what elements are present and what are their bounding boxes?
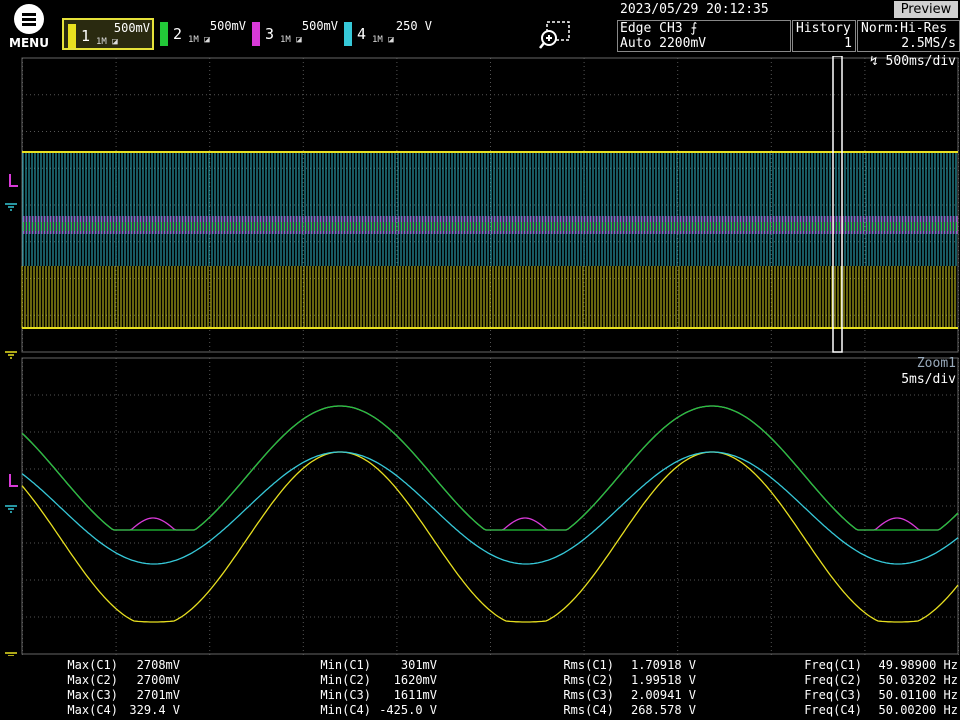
ground-marker-main-bottom <box>5 351 17 359</box>
trigger-line-2: Auto 2200mV <box>620 36 707 51</box>
channel-2-box[interactable]: 2 500mV 1M ◪ <box>156 18 248 50</box>
measurement-row: Rms(C4) 268.578 V <box>563 703 696 717</box>
min-column: Min(C1) 301mV Min(C2) 1620mV Min(C3) 1611mV… <box>315 658 437 718</box>
history-value: 1 <box>844 36 852 51</box>
ground-marker-main <box>5 203 17 211</box>
waveform-canvas <box>5 55 959 660</box>
date-time: 2023/05/29 20:12:35 <box>620 2 769 17</box>
coupling-icon: 1M ◪ <box>280 35 302 45</box>
trigger-line-1: Edge CH3 ⨍ <box>620 21 698 36</box>
channel-1-color-swatch <box>68 24 76 48</box>
menu-icon <box>14 4 44 34</box>
measurement-row: Max(C4) 329.4 V <box>67 703 180 717</box>
channel-3-scale: 500mV <box>301 19 338 33</box>
channel-1-box[interactable]: 1 500mV 1M ◪ <box>62 18 154 50</box>
channel-1-main-envelope <box>21 266 956 328</box>
channel-4-number: 4 <box>357 25 367 43</box>
channel-1-number: 1 <box>81 27 91 45</box>
measurement-panel: Max(C1) 2708mV Max(C2) 2700mV Max(C3) 2701m… <box>0 656 960 720</box>
channel-2-number: 2 <box>173 25 183 43</box>
coupling-icon: 1M ◪ <box>96 37 118 47</box>
channel-4-scale: 250 V <box>395 19 432 33</box>
max-column: Max(C1) 2708mV Max(C2) 2700mV Max(C3) 2701m… <box>62 658 180 718</box>
channel-1-zoom-trace <box>21 451 959 623</box>
measurement-row: Freq(C3) 50.01100 Hz <box>804 688 958 702</box>
menu-label: MENU <box>9 36 49 50</box>
acquisition-box[interactable]: Norm:Hi-Res 2.5MS/s <box>857 20 960 52</box>
channel-2-color-swatch <box>160 22 168 46</box>
history-label: History <box>796 21 851 36</box>
measurement-row: Min(C3) 1611mV <box>320 688 437 702</box>
channel-2-scale: 500mV <box>209 19 246 33</box>
trigger-level-marker-zoom <box>9 474 18 487</box>
channel-2-zoom-trace <box>21 405 959 531</box>
measurement-row: Max(C3) 2701mV <box>67 688 180 702</box>
channel-3-number: 3 <box>265 25 275 43</box>
channel-3-box[interactable]: 3 500mV 1M ◪ <box>248 18 340 50</box>
measurement-row: Max(C1) 2708mV <box>67 658 180 672</box>
channel-3-zoom-trace <box>21 405 959 531</box>
trigger-position-icon: ↯ <box>869 54 878 69</box>
measurement-row: Max(C2) 2700mV <box>67 673 180 687</box>
measurement-row: Min(C2) 1620mV <box>320 673 437 687</box>
rms-column: Rms(C1) 1.70918 V Rms(C2) 1.99518 V Rms(C3… <box>558 658 696 718</box>
coupling-icon: 1M ◪ <box>188 35 210 45</box>
main-timebase: ↯ 500ms/div <box>869 54 956 69</box>
zoom-timebase: 5ms/div <box>901 372 956 387</box>
menu-button[interactable]: MENU <box>4 4 54 52</box>
measurement-row: Rms(C2) 1.99518 V <box>563 673 696 687</box>
measurement-row: Rms(C3) 2.00941 V <box>563 688 696 702</box>
history-box[interactable]: History 1 <box>792 20 856 52</box>
zoom-tool-button[interactable] <box>537 20 573 50</box>
measurement-row: Min(C4) -425.0 V <box>320 703 437 717</box>
measurement-row: Min(C1) 301mV <box>320 658 437 672</box>
preview-button[interactable]: Preview <box>894 1 958 18</box>
waveform-display[interactable]: ↯ 500ms/div Zoom1 5ms/div <box>0 54 960 660</box>
rising-edge-icon: ⨍ <box>690 21 698 36</box>
freq-column: Freq(C1) 49.98900 Hz Freq(C2) 50.03202 Hz … <box>800 658 958 718</box>
channel-4-color-swatch <box>344 22 352 46</box>
sample-rate: 2.5MS/s <box>901 36 956 51</box>
acquisition-mode: Norm:Hi-Res <box>861 21 948 36</box>
ground-marker-zoom <box>5 505 17 513</box>
channel-4-box[interactable]: 4 250 V 1M ◪ <box>340 18 434 50</box>
coupling-icon: 1M ◪ <box>372 35 394 45</box>
measurement-row: Freq(C2) 50.03202 Hz <box>804 673 958 687</box>
top-bar: MENU 1 500mV 1M ◪ 2 500mV 1M ◪ 3 500mV 1… <box>0 0 960 56</box>
trigger-settings[interactable]: Edge CH3 ⨍ Auto 2200mV <box>617 20 791 52</box>
measurement-row: Rms(C1) 1.70918 V <box>563 658 696 672</box>
zoom-window-name: Zoom1 <box>916 356 956 371</box>
measurement-row: Freq(C4) 50.00200 Hz <box>804 703 958 717</box>
measurement-row: Freq(C1) 49.98900 Hz <box>804 658 958 672</box>
channel-1-scale: 500mV <box>113 21 150 35</box>
trigger-level-marker-main <box>9 174 18 187</box>
zoom-magnifier-icon <box>539 21 570 49</box>
channel-3-color-swatch <box>252 22 260 46</box>
